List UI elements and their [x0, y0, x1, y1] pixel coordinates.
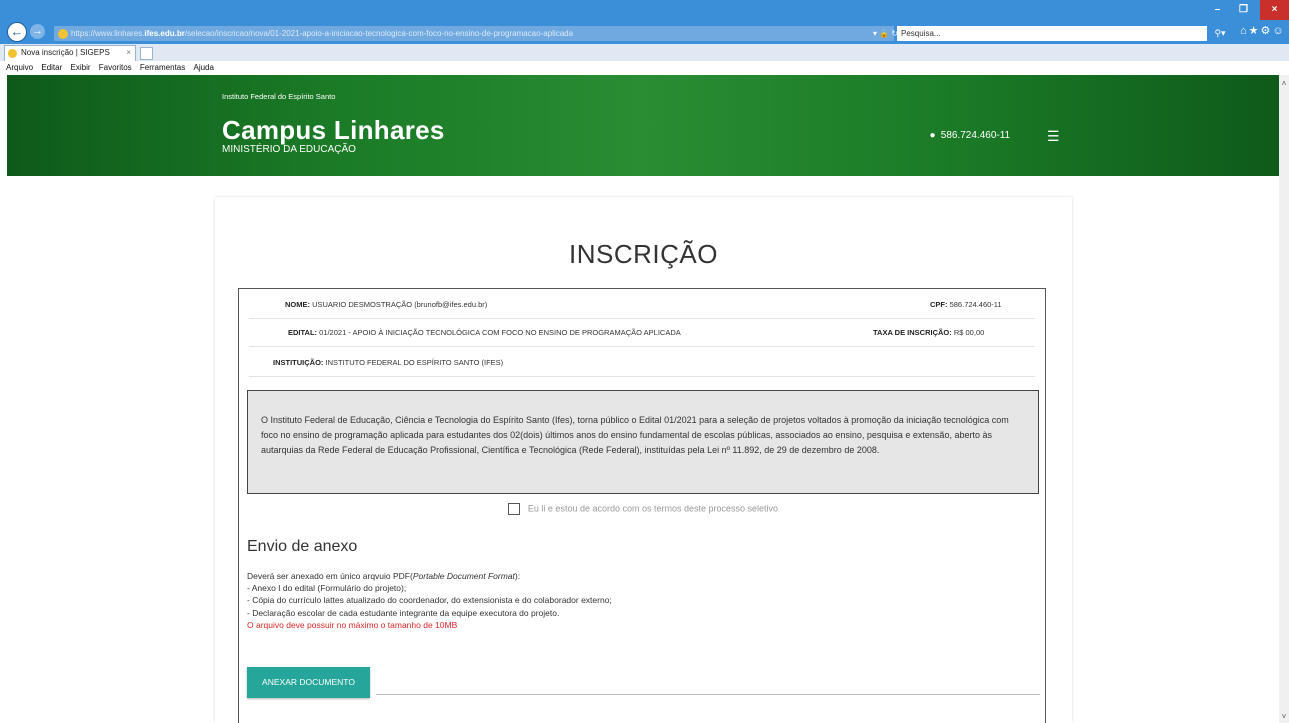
address-bar[interactable]: https://www.linhares.ifes.edu.br/selecao…	[54, 26, 894, 41]
ie-page-icon	[58, 28, 68, 39]
agree-label[interactable]: Eu li e estou de acordo com os termos de…	[528, 503, 778, 513]
attach-item: - Anexo I do edital (Formulário do proje…	[247, 583, 407, 594]
size-warning: O arquivo deve possuir no máximo o taman…	[247, 619, 458, 630]
attach-instructions: Deverá ser anexado em único arqvuio PDF(…	[247, 570, 612, 631]
menu-exibir[interactable]: Exibir	[71, 63, 91, 72]
cpf-value: 586.724.460-11	[949, 300, 1002, 309]
tab-title: Nova inscrição | SIGEPS	[21, 48, 110, 57]
minimize-button[interactable]: –	[1205, 0, 1230, 20]
attach-item: - Cópia do currículo lattes atualizado d…	[247, 595, 612, 606]
info-row-edital: EDITAL: 01/2021 - APOIO À INICIAÇÃO TECN…	[249, 319, 1035, 347]
restore-button[interactable]: ❐	[1231, 0, 1256, 20]
edital-label: EDITAL:	[288, 328, 318, 337]
agree-checkbox[interactable]	[507, 503, 520, 515]
institution-name: Instituto Federal do Espírito Santo	[222, 92, 336, 101]
refresh-icon[interactable]: ▾ 🔒 ↻	[873, 26, 898, 41]
menu-favoritos[interactable]: Favoritos	[99, 63, 132, 72]
url-prefix: https://www.linhares.	[71, 29, 145, 38]
url-path: /selecao/inscricao/nova/01-2021-apoio-a-…	[184, 29, 574, 38]
agree-terms[interactable]: Eu li e estou de acordo com os termos de…	[239, 503, 1047, 515]
main-card: INSCRIÇÃO NOME: USUARIO DESMOSTRAÇÃO (br…	[215, 197, 1072, 723]
site-header: Instituto Federal do Espírito Santo Camp…	[7, 75, 1279, 176]
attach-intro: Deverá ser anexado em único arqvuio PDF(…	[247, 571, 521, 581]
edital-value: 01/2021 - APOIO À INICIAÇÃO TECNOLÓGICA …	[319, 328, 681, 337]
instituicao-value: INSTITUTO FEDERAL DO ESPÍRITO SANTO (IFE…	[325, 358, 504, 367]
hamburger-menu-icon[interactable]: ☰	[1047, 129, 1060, 143]
taxa-label: TAXA DE INSCRIÇÃO:	[873, 328, 952, 337]
attach-heading: Envio de anexo	[247, 538, 358, 555]
page-scrollbar[interactable]: ˄ ˅	[1279, 75, 1289, 723]
campus-title[interactable]: Campus Linhares	[222, 115, 445, 146]
user-cpf: 586.724.460-11	[940, 130, 1011, 141]
menu-editar[interactable]: Editar	[41, 63, 62, 72]
tab-active[interactable]: Nova inscrição | SIGEPS ×	[4, 45, 136, 61]
forward-button[interactable]: →	[30, 24, 45, 39]
menu-bar: Arquivo Editar Exibir Favoritos Ferramen…	[0, 61, 1289, 75]
url-domain: ifes.edu.br	[144, 29, 185, 38]
edital-notice: O Instituto Federal de Educação, Ciência…	[247, 390, 1039, 494]
search-icon[interactable]: ⚲▾	[1208, 26, 1232, 41]
new-tab-button[interactable]	[140, 47, 153, 60]
registration-box: NOME: USUARIO DESMOSTRAÇÃO (brunofb@ifes…	[238, 288, 1046, 723]
browser-titlebar: ← → https://www.linhares.ifes.edu.br/sel…	[0, 0, 1289, 44]
user-icon: ●	[929, 130, 936, 141]
tab-favicon-icon	[8, 49, 17, 58]
scroll-down-icon[interactable]: ˅	[1279, 712, 1289, 721]
attach-item: - Declaração escolar de cada estudante i…	[247, 607, 560, 618]
taxa-value: R$ 00,00	[953, 328, 985, 337]
cpf-label: CPF:	[930, 300, 948, 309]
instituicao-label: INSTITUIÇÃO:	[273, 358, 324, 367]
browser-chrome: ← → https://www.linhares.ifes.edu.br/sel…	[0, 0, 1289, 75]
attach-document-button[interactable]: ANEXAR DOCUMENTO	[247, 667, 370, 698]
menu-ferramentas[interactable]: Ferramentas	[140, 63, 185, 72]
nome-label: NOME:	[285, 300, 310, 309]
scroll-up-icon[interactable]: ˄	[1279, 79, 1289, 88]
page-title: INSCRIÇÃO	[569, 239, 718, 269]
user-menu[interactable]: ● 586.724.460-11	[927, 129, 1010, 143]
close-window-button[interactable]: ×	[1260, 0, 1289, 20]
search-input[interactable]: Pesquisa...	[897, 26, 1207, 41]
nome-value: USUARIO DESMOSTRAÇÃO (brunofb@ifes.edu.b…	[312, 300, 488, 309]
menu-ajuda[interactable]: Ajuda	[193, 63, 213, 72]
tab-bar: Nova inscrição | SIGEPS ×	[0, 44, 1289, 61]
menu-arquivo[interactable]: Arquivo	[6, 63, 33, 72]
info-row-nome: NOME: USUARIO DESMOSTRAÇÃO (brunofb@ifes…	[249, 291, 1035, 319]
home-favorites-settings-icons[interactable]: ⌂★⚙☺	[1240, 24, 1286, 39]
ministry-subtitle: MINISTÉRIO DA EDUCAÇÃO	[222, 144, 356, 155]
tab-close-icon[interactable]: ×	[126, 46, 131, 60]
back-button[interactable]: ←	[7, 22, 27, 42]
file-name-field[interactable]	[376, 694, 1040, 695]
info-row-instituicao: INSTITUIÇÃO: INSTITUTO FEDERAL DO ESPÍRI…	[249, 349, 1035, 377]
